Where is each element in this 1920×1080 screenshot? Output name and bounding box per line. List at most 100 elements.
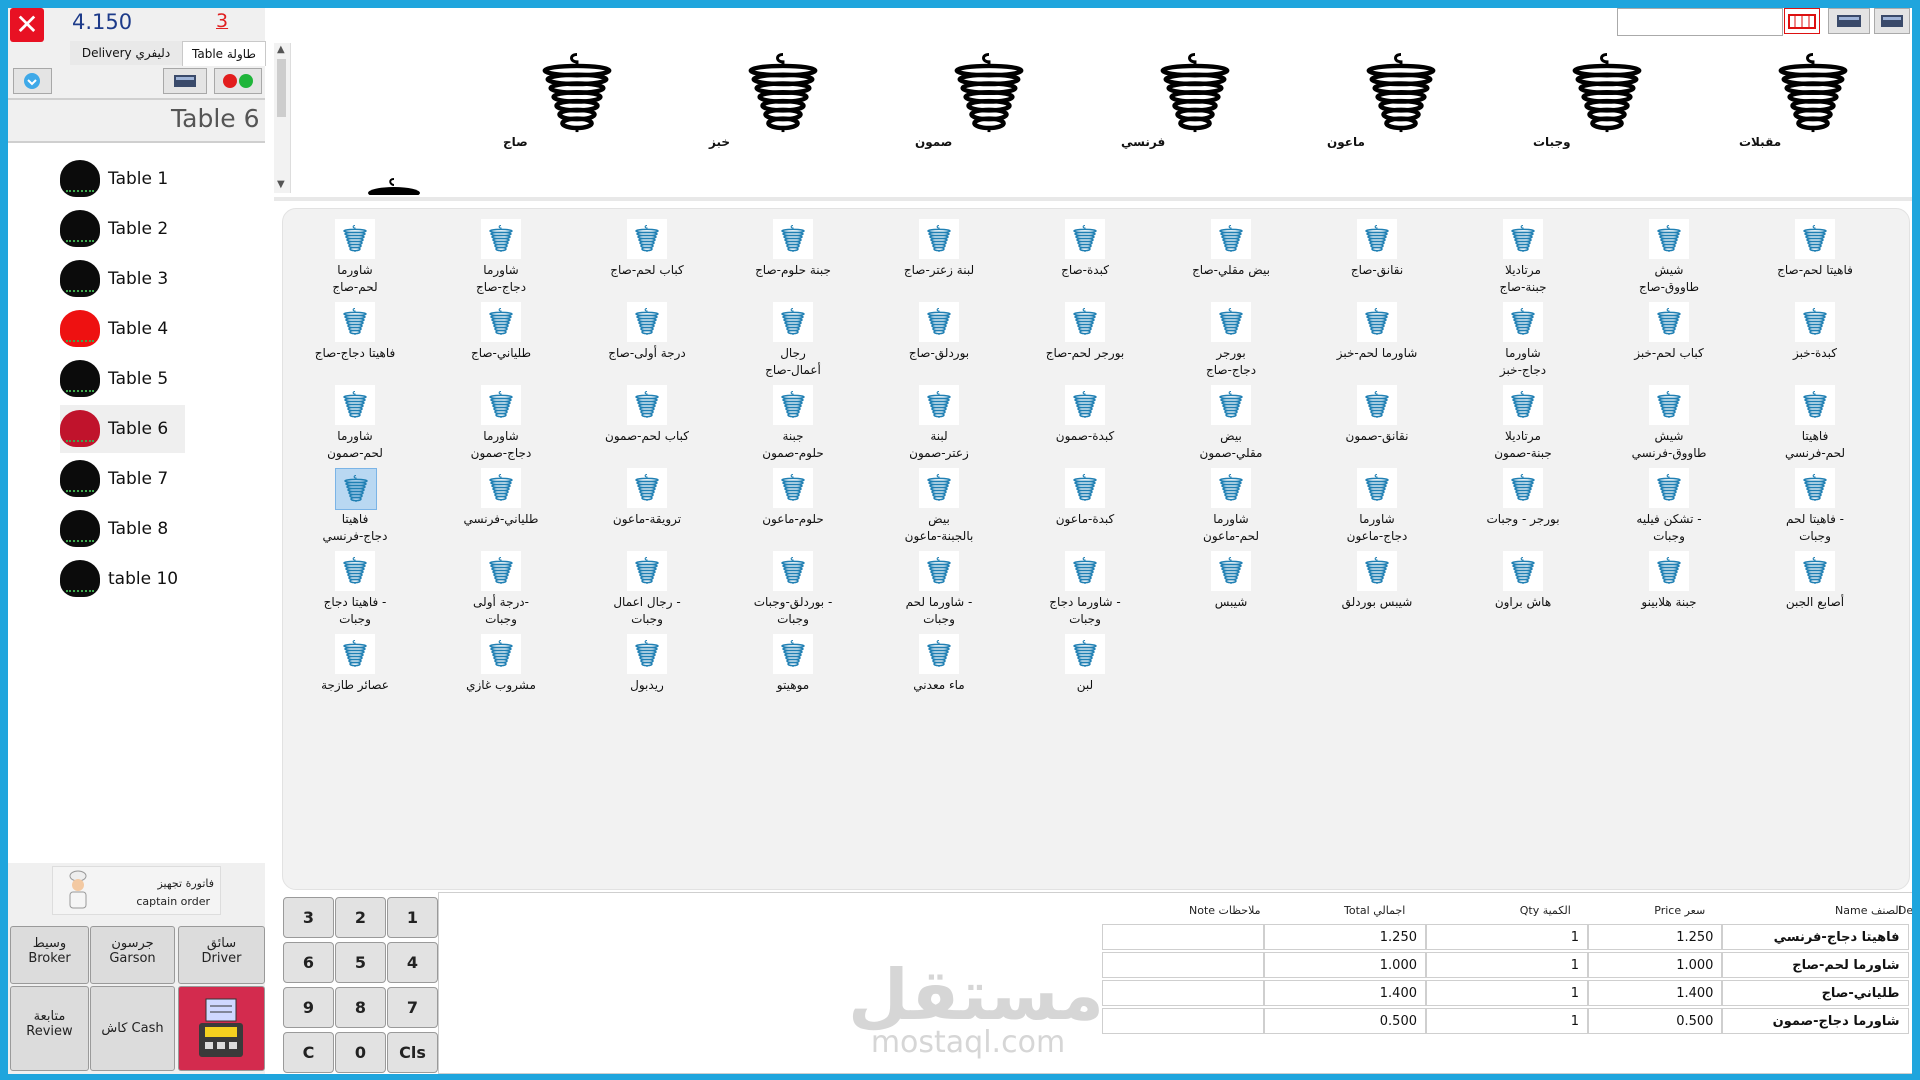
order-cell-note[interactable] (1102, 952, 1264, 978)
scroll-down-icon[interactable]: ▼ (277, 179, 285, 190)
order-row[interactable]: 1.00011.000شاورما لحم-صاجdel (1102, 952, 1912, 978)
close-icon[interactable]: ✕ (10, 8, 44, 42)
product-item[interactable]: كباب لحم-صاج (588, 219, 698, 299)
table-item[interactable]: Table 4 (60, 305, 185, 353)
table-item[interactable]: Table 7 (60, 455, 185, 503)
keypad-key[interactable]: 3 (283, 897, 334, 938)
product-item[interactable]: شاورما دجاج-صمون (442, 385, 552, 465)
product-item[interactable]: شاورما دجاج-صاج (442, 219, 552, 299)
product-item[interactable]: شاورما دجاج - وجبات (1026, 551, 1136, 631)
product-item[interactable]: درجة أولى-صاج (588, 302, 698, 382)
product-item[interactable]: مرتاديلا جبنة-صمون (1464, 385, 1574, 465)
order-row[interactable]: 1.40011.400طلياني-صاجdel (1102, 980, 1912, 1006)
product-item[interactable]: بيض بالجبنة-ماعون (880, 468, 990, 548)
product-item[interactable]: لبن (1026, 634, 1136, 714)
category-item[interactable]: صمون (915, 43, 1035, 158)
broker-button[interactable]: وسيط Broker (10, 926, 89, 984)
product-item[interactable]: شاورما دجاج-خبز (1464, 302, 1574, 382)
category-item[interactable]: مقبلات (1739, 43, 1859, 158)
keypad-key[interactable]: 0 (335, 1032, 386, 1073)
scroll-up-icon[interactable]: ▲ (277, 44, 285, 55)
product-item[interactable]: شاورما لحم-خبز (1318, 302, 1428, 382)
category-item[interactable]: صاج (503, 43, 623, 158)
product-item[interactable]: كبدة-خبز (1756, 302, 1866, 382)
product-item[interactable]: كبدة-ماعون (1026, 468, 1136, 548)
tab-table[interactable]: Table طاولة (182, 41, 266, 66)
table-item[interactable]: table 10 (60, 555, 185, 603)
table-item[interactable]: Table 3 (60, 255, 185, 303)
order-row[interactable]: 0.50010.500شاورما دجاج-صمونdel (1102, 1008, 1912, 1034)
product-item[interactable]: طلياني-صاج (442, 302, 552, 382)
order-cell-note[interactable] (1102, 924, 1264, 950)
product-item[interactable]: بوردلق-صاج (880, 302, 990, 382)
product-item[interactable]: لبنة زعتر-صمون (880, 385, 990, 465)
category-scrollbar[interactable]: ▲ ▼ (274, 43, 291, 193)
search-input[interactable] (1617, 8, 1783, 36)
print-receipt-button[interactable] (178, 986, 265, 1071)
download-button[interactable] (13, 68, 52, 94)
product-item[interactable]: درجة أولى- وجبات (442, 551, 552, 631)
product-item[interactable]: كبدة-صمون (1026, 385, 1136, 465)
product-item[interactable]: شاورما لحم - وجبات (880, 551, 990, 631)
order-cell-note[interactable] (1102, 980, 1264, 1006)
keyboard-button-2[interactable] (1828, 8, 1870, 34)
cash-drawer-button[interactable] (1784, 8, 1820, 34)
product-item[interactable]: حلوم-ماعون (734, 468, 844, 548)
table-item[interactable]: Table 8 (60, 505, 185, 553)
product-item[interactable]: كباب لحم-خبز (1610, 302, 1720, 382)
keypad-key[interactable]: 4 (387, 942, 438, 983)
product-item[interactable]: نقانق-صاج (1318, 219, 1428, 299)
product-item[interactable]: بيض مقلي-صمون (1172, 385, 1282, 465)
product-item[interactable]: بورجر لحم-صاج (1026, 302, 1136, 382)
product-item[interactable]: شاورما دجاج-ماعون (1318, 468, 1428, 548)
item-count[interactable]: 3 (216, 10, 228, 32)
category-item[interactable]: وجبات (1533, 43, 1653, 158)
keyboard-button[interactable] (163, 68, 207, 94)
tab-delivery[interactable]: Delivery دليفري (70, 41, 182, 65)
captain-order-button[interactable]: فاتورة تجهيز captain order (52, 866, 221, 915)
order-cell-note[interactable] (1102, 1008, 1264, 1034)
product-item[interactable]: مرتاديلا جبنة-صاج (1464, 219, 1574, 299)
product-item[interactable]: فاهيتا لحم-صاج (1756, 219, 1866, 299)
product-item[interactable]: عصائر طازجة (296, 634, 406, 714)
product-item[interactable]: بورجر دجاج-صاج (1172, 302, 1282, 382)
product-item[interactable]: شاورما لحم-صاج (296, 219, 406, 299)
keypad-key[interactable]: 9 (283, 987, 334, 1028)
keypad-key[interactable]: 8 (335, 987, 386, 1028)
product-item[interactable]: أصابع الجبن (1756, 551, 1866, 631)
product-item[interactable]: رجال اعمال - وجبات (588, 551, 698, 631)
product-item[interactable]: فاهيتا دجاج-صاج (296, 302, 406, 382)
product-item[interactable]: شيبس بوردلق (1318, 551, 1428, 631)
product-item[interactable]: طلياني-فرنسي (442, 468, 552, 548)
product-item[interactable]: تشكن فيليه - وجبات (1610, 468, 1720, 548)
garson-button[interactable]: جرسون Garson (90, 926, 175, 984)
category-item[interactable]: ماعون (1327, 43, 1447, 158)
table-item[interactable]: Table 1 (60, 155, 185, 203)
keypad-key[interactable]: Cls (387, 1032, 438, 1073)
keypad-key[interactable]: 1 (387, 897, 438, 938)
category-item[interactable]: خبز (709, 43, 829, 158)
product-item[interactable]: بورجر - وجبات (1464, 468, 1574, 548)
product-item[interactable]: ترويقة-ماعون (588, 468, 698, 548)
keypad-key[interactable]: C (283, 1032, 334, 1073)
driver-button[interactable]: سائق Driver (178, 926, 265, 984)
cash-button[interactable]: كاش Cash (90, 986, 175, 1071)
product-item[interactable]: شيبس (1172, 551, 1282, 631)
keypad-key[interactable]: 5 (335, 942, 386, 983)
product-item[interactable]: بيض مقلي-صاج (1172, 219, 1282, 299)
keypad-key[interactable]: 6 (283, 942, 334, 983)
product-item[interactable]: جبنة هلابينو (1610, 551, 1720, 631)
keypad-key[interactable]: 7 (387, 987, 438, 1028)
product-item[interactable]: ماء معدني (880, 634, 990, 714)
product-item[interactable]: شيش طاووق-فرنسي (1610, 385, 1720, 465)
product-item[interactable]: شاورما لحم-صمون (296, 385, 406, 465)
order-row[interactable]: 1.25011.250فاهيتا دجاج-فرنسيdel (1102, 924, 1912, 950)
product-item[interactable]: رجال أعمال-صاج (734, 302, 844, 382)
product-item[interactable]: كبدة-صاج (1026, 219, 1136, 299)
product-item[interactable]: فاهيتا لحم - وجبات (1756, 468, 1866, 548)
table-item[interactable]: Table 6 (60, 405, 185, 453)
product-item[interactable]: نقانق-صمون (1318, 385, 1428, 465)
keyboard-button-3[interactable] (1874, 8, 1910, 34)
product-item[interactable]: لبنة زعتر-صاج (880, 219, 990, 299)
table-item[interactable]: Table 5 (60, 355, 185, 403)
